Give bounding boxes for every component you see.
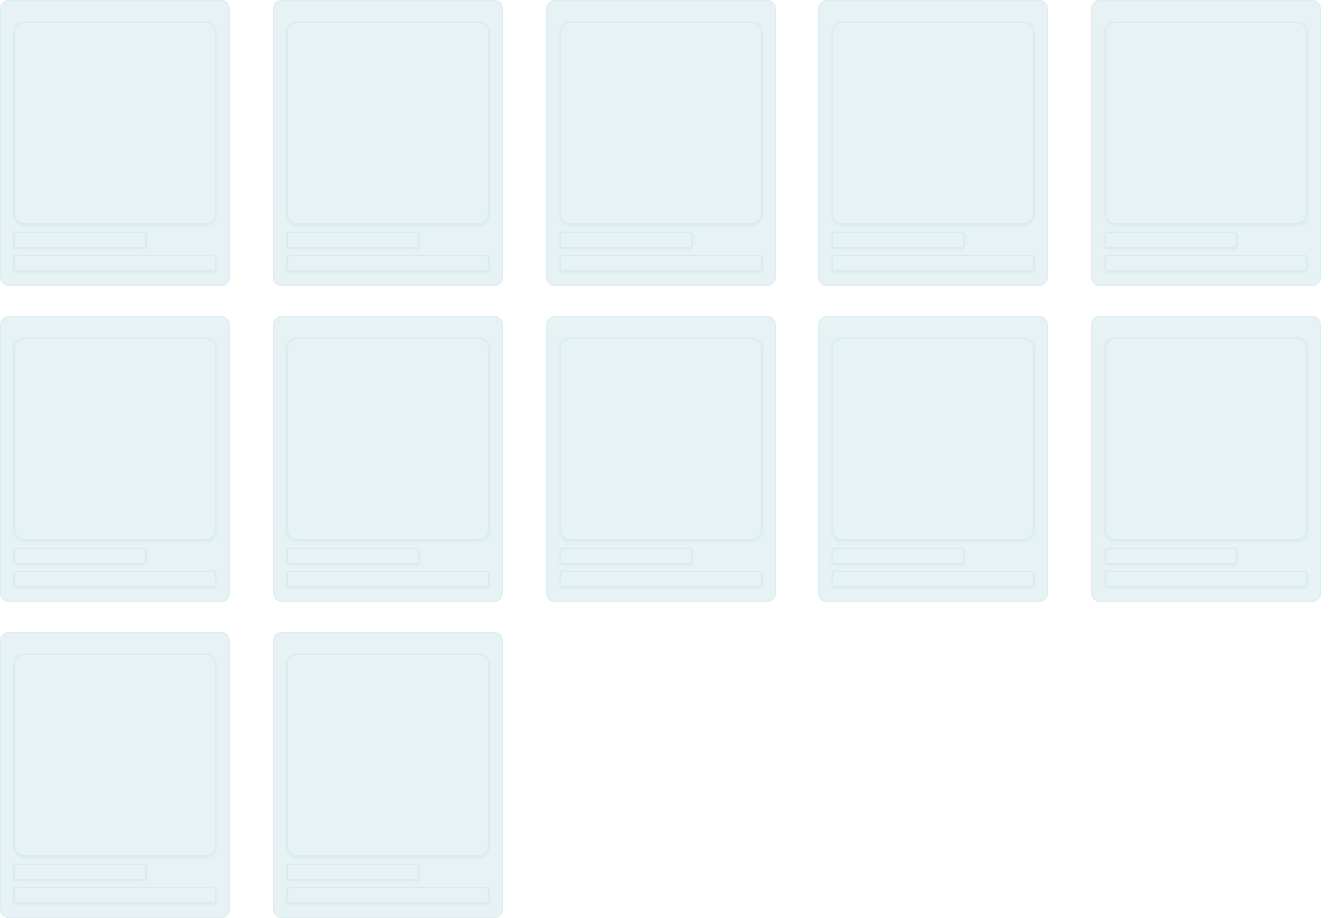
- skeleton-title-placeholder: [287, 864, 419, 880]
- skeleton-subtitle-placeholder: [1105, 571, 1307, 587]
- skeleton-title-placeholder: [14, 548, 146, 564]
- skeleton-card: [546, 0, 776, 286]
- skeleton-subtitle-placeholder: [287, 255, 489, 271]
- skeleton-card: [0, 632, 230, 918]
- skeleton-image-placeholder: [1105, 338, 1307, 540]
- skeleton-card: [273, 632, 503, 918]
- skeleton-subtitle-placeholder: [1105, 255, 1307, 271]
- skeleton-image-placeholder: [14, 654, 216, 856]
- skeleton-title-placeholder: [14, 232, 146, 248]
- skeleton-card: [818, 0, 1048, 286]
- skeleton-subtitle-placeholder: [560, 571, 762, 587]
- skeleton-card: [818, 316, 1048, 602]
- skeleton-card: [0, 0, 230, 286]
- skeleton-card: [273, 316, 503, 602]
- skeleton-title-placeholder: [1105, 232, 1237, 248]
- skeleton-subtitle-placeholder: [14, 255, 216, 271]
- skeleton-subtitle-placeholder: [560, 255, 762, 271]
- skeleton-card-grid: [0, 0, 1334, 918]
- skeleton-image-placeholder: [560, 22, 762, 224]
- skeleton-subtitle-placeholder: [832, 255, 1034, 271]
- skeleton-card: [0, 316, 230, 602]
- skeleton-image-placeholder: [287, 22, 489, 224]
- skeleton-subtitle-placeholder: [14, 571, 216, 587]
- skeleton-subtitle-placeholder: [832, 571, 1034, 587]
- skeleton-title-placeholder: [560, 232, 692, 248]
- skeleton-image-placeholder: [287, 654, 489, 856]
- skeleton-image-placeholder: [560, 338, 762, 540]
- skeleton-card: [1091, 316, 1321, 602]
- skeleton-subtitle-placeholder: [287, 571, 489, 587]
- skeleton-image-placeholder: [14, 22, 216, 224]
- skeleton-image-placeholder: [832, 338, 1034, 540]
- skeleton-image-placeholder: [287, 338, 489, 540]
- skeleton-title-placeholder: [832, 232, 964, 248]
- skeleton-title-placeholder: [560, 548, 692, 564]
- skeleton-title-placeholder: [1105, 548, 1237, 564]
- skeleton-subtitle-placeholder: [287, 887, 489, 903]
- skeleton-image-placeholder: [832, 22, 1034, 224]
- skeleton-title-placeholder: [14, 864, 146, 880]
- skeleton-title-placeholder: [832, 548, 964, 564]
- skeleton-title-placeholder: [287, 232, 419, 248]
- skeleton-image-placeholder: [14, 338, 216, 540]
- skeleton-card: [273, 0, 503, 286]
- skeleton-card: [1091, 0, 1321, 286]
- skeleton-subtitle-placeholder: [14, 887, 216, 903]
- skeleton-card: [546, 316, 776, 602]
- skeleton-title-placeholder: [287, 548, 419, 564]
- skeleton-image-placeholder: [1105, 22, 1307, 224]
